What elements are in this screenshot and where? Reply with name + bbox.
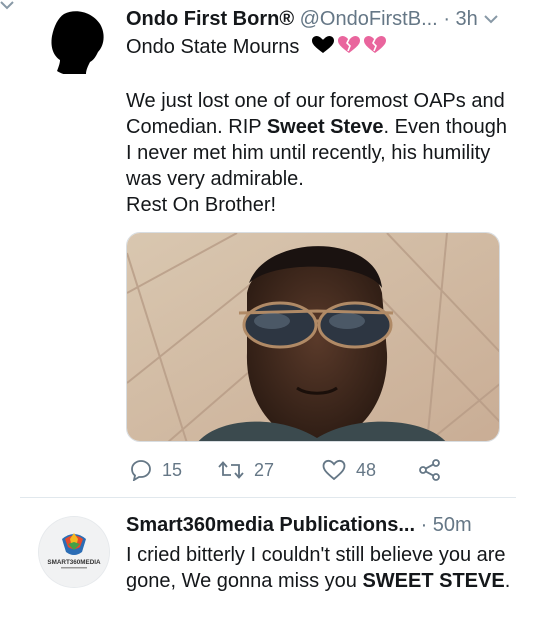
share-icon bbox=[419, 459, 440, 481]
tweet-body: We just lost one of our foremost OAPs an… bbox=[126, 88, 516, 218]
tweet-photo[interactable] bbox=[126, 232, 500, 442]
black-heart-icon bbox=[312, 36, 334, 53]
tweet-actions: 15 27 48 bbox=[126, 458, 456, 482]
reply-button[interactable]: 15 bbox=[130, 458, 182, 482]
tweet-header: Smart360media Publications... · 50m bbox=[126, 513, 500, 537]
display-name[interactable]: Ondo First Born® bbox=[126, 8, 294, 30]
body-bold-text: SWEET STEVE bbox=[362, 570, 505, 592]
reply-count: 15 bbox=[162, 460, 183, 480]
share-button[interactable] bbox=[418, 458, 442, 482]
broken-heart-icon bbox=[338, 36, 360, 53]
photo-image bbox=[127, 233, 499, 441]
like-count: 48 bbox=[356, 460, 377, 480]
tweet-body-paragraph: I cried bitterly I couldn't still believ… bbox=[126, 542, 516, 594]
retweet-icon bbox=[218, 461, 244, 479]
chevron-down-icon[interactable] bbox=[0, 0, 14, 10]
tweet-body: I cried bitterly I couldn't still believ… bbox=[126, 542, 516, 594]
tweet-body-line: Rest On Brother! bbox=[126, 194, 277, 216]
user-handle[interactable]: @OndoFirstB... bbox=[300, 8, 438, 30]
silhouette-avatar-icon bbox=[51, 11, 104, 75]
timestamp[interactable]: 50m bbox=[433, 514, 472, 536]
broken-heart-icon bbox=[364, 36, 386, 53]
tweet-header: Ondo First Born® @OndoFirstB... · 3h bbox=[126, 7, 500, 31]
heart-emojis bbox=[312, 36, 386, 53]
display-name[interactable]: Smart360media Publications... bbox=[126, 514, 415, 536]
retweet-count: 27 bbox=[254, 460, 275, 480]
avatar[interactable] bbox=[40, 6, 110, 76]
tweet[interactable]: Ondo First Born® @OndoFirstB... · 3h Ond… bbox=[0, 0, 536, 497]
retweet-button[interactable]: 27 bbox=[218, 458, 274, 482]
avatar[interactable]: SMART360MEDIA bbox=[39, 517, 109, 587]
like-button[interactable]: 48 bbox=[322, 458, 376, 482]
body-text: . bbox=[504, 570, 511, 592]
separator-dot: · bbox=[420, 514, 428, 536]
tweet-subline: Ondo State Mourns bbox=[126, 34, 516, 60]
timestamp[interactable]: 3h bbox=[456, 8, 478, 30]
subline-text: Ondo State Mourns bbox=[126, 36, 300, 58]
body-bold-text: Sweet Steve bbox=[266, 116, 384, 138]
separator-dot: · bbox=[443, 8, 450, 30]
tweet-body-paragraph: We just lost one of our foremost OAPs an… bbox=[126, 88, 516, 192]
smart360media-logo-icon: SMART360MEDIA bbox=[39, 517, 109, 587]
svg-text:SMART360MEDIA: SMART360MEDIA bbox=[47, 559, 101, 566]
reply-icon bbox=[131, 460, 151, 481]
timeline: Ondo First Born® @OndoFirstB... · 3h Ond… bbox=[0, 0, 536, 644]
like-icon bbox=[322, 459, 346, 481]
chevron-down-icon[interactable] bbox=[484, 14, 498, 24]
